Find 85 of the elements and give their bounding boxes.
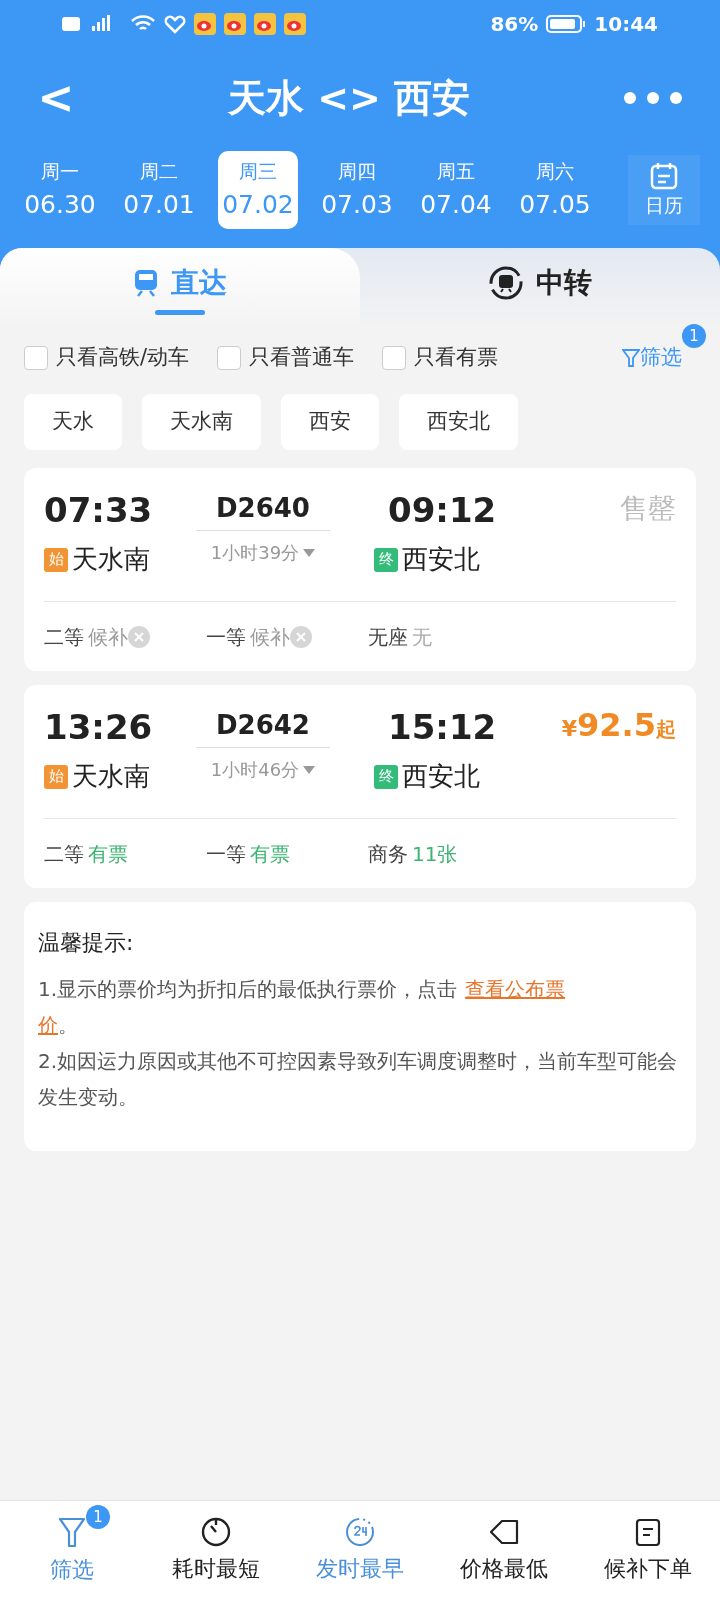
seat-class: 二等 — [44, 840, 84, 868]
origin-station: 天水南 — [72, 543, 150, 576]
nav-badge: 1 — [86, 1505, 110, 1529]
checkbox-label: 只看普通车 — [249, 344, 355, 372]
date-tab[interactable]: 周二 07.01 — [119, 151, 199, 229]
destination-station: 西安北 — [402, 760, 480, 793]
seat-status: 有票 — [250, 840, 290, 868]
bottom-nav-item[interactable]: 发时最早 — [288, 1501, 432, 1600]
filter-icon — [622, 348, 640, 368]
notification-icon — [194, 13, 216, 35]
notification-icon — [254, 13, 276, 35]
seat-status: 有票 — [88, 840, 128, 868]
bottom-nav-item[interactable]: 耗时最短 — [144, 1501, 288, 1600]
seat-class: 一等 — [206, 840, 246, 868]
document-icon — [633, 1516, 663, 1548]
seat-status: 无 — [412, 623, 432, 651]
filter-badge: 1 — [682, 324, 706, 349]
seat-class: 无座 — [368, 623, 408, 651]
destination-station: 西安北 — [402, 543, 480, 576]
clock-icon — [344, 1516, 376, 1548]
duration[interactable]: 1小时39分 — [210, 539, 316, 566]
origin-tag: 始 — [44, 547, 68, 572]
destination-tag: 终 — [374, 764, 398, 789]
price: ¥92.5起 — [561, 705, 676, 746]
seat-class: 一等 — [206, 623, 246, 651]
destination-tag: 终 — [374, 547, 398, 572]
close-icon — [290, 625, 312, 648]
checkbox[interactable] — [217, 346, 242, 370]
train-card[interactable]: 07:33 始 天水南 D2640 1小时39分 09:12 终 西安北 售罄 二等 候补 一等 候补 无座 无 — [24, 468, 696, 671]
route-title: 天水 <> 西安 — [227, 74, 471, 122]
tips-title: 温馨提示: — [38, 929, 135, 957]
bottom-nav-item[interactable]: 筛选 1 — [0, 1501, 144, 1600]
date-tab[interactable]: 周三 07.02 — [218, 151, 298, 229]
bottom-nav-item[interactable]: 价格最低 — [432, 1501, 576, 1600]
close-icon — [128, 625, 150, 648]
date-tab[interactable]: 周一 06.30 — [20, 151, 100, 229]
seat-status: 11张 — [412, 840, 458, 868]
depart-time: 07:33 — [44, 489, 154, 532]
date-tab[interactable]: 周六 07.05 — [515, 151, 595, 229]
station-chip[interactable]: 天水南 — [142, 394, 261, 450]
checkbox[interactable] — [24, 346, 48, 370]
bottom-nav-item[interactable]: 候补下单 — [576, 1501, 720, 1600]
checkbox[interactable] — [382, 346, 407, 370]
train-icon — [133, 267, 159, 298]
clock-time: 10:44 — [594, 11, 658, 38]
arrive-time: 09:12 — [388, 489, 497, 532]
calendar-icon — [649, 160, 679, 191]
notification-icon — [224, 13, 246, 35]
station-chip[interactable]: 西安北 — [399, 394, 518, 450]
calendar-button[interactable]: 日历 — [628, 155, 700, 225]
origin-tag: 始 — [44, 764, 68, 789]
battery-level: 86% — [490, 11, 539, 38]
date-tab[interactable]: 周四 07.03 — [317, 151, 397, 229]
duration[interactable]: 1小时46分 — [210, 756, 316, 783]
filter-icon — [57, 1515, 87, 1549]
notification-icon — [284, 13, 306, 35]
train-card[interactable]: 13:26 始 天水南 D2642 1小时46分 15:12 终 西安北 ¥92.5起 二等 有票 一等 有票 商务 11张 — [24, 685, 696, 888]
transfer-train-icon — [488, 264, 524, 301]
train-number: D2642 — [196, 705, 330, 748]
back-button[interactable]: < — [36, 76, 76, 120]
published-fare-link[interactable]: 查看公布票 — [465, 977, 566, 1001]
seat-class: 二等 — [44, 623, 84, 651]
train-number: D2640 — [196, 488, 330, 531]
checkbox-label: 只看高铁/动车 — [56, 344, 190, 372]
heart-icon — [164, 14, 186, 34]
timer-icon — [200, 1516, 232, 1548]
seat-status: 候补 — [88, 623, 128, 651]
station-chip[interactable]: 西安 — [281, 394, 379, 450]
tip-text: 2.如因运力原因或其他不可控因素导致列车调度调整时，当前车型可能会发生变动。 — [38, 1048, 679, 1111]
seat-class: 商务 — [368, 840, 408, 868]
arrive-time: 15:12 — [388, 706, 497, 749]
dropdown-caret-icon — [303, 765, 316, 774]
more-icon[interactable] — [622, 90, 684, 106]
depart-time: 13:26 — [44, 706, 154, 749]
station-chip[interactable]: 天水 — [24, 394, 122, 450]
published-fare-link[interactable]: 价 — [38, 1013, 58, 1037]
seat-status: 候补 — [250, 623, 290, 651]
sold-out-label: 售罄 — [620, 492, 676, 525]
battery-icon — [546, 14, 587, 34]
date-tab[interactable]: 周五 07.04 — [416, 151, 496, 229]
dropdown-caret-icon — [303, 548, 316, 557]
checkbox-label: 只看有票 — [414, 344, 499, 372]
filter-button[interactable]: 筛选 — [622, 342, 682, 374]
tip-text: 1.显示的票价均为折扣后的最低执行票价，点击 查看公布票 价。 — [38, 976, 567, 1039]
origin-station: 天水南 — [72, 760, 150, 793]
